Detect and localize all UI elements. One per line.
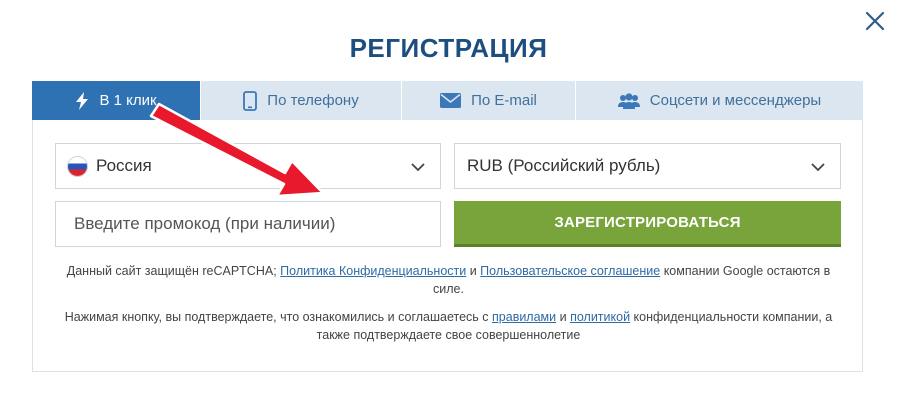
- registration-tabs: В 1 клик По телефону По E-mail Соцсети и…: [32, 81, 863, 120]
- tab-social[interactable]: Соцсети и мессенджеры: [576, 81, 863, 120]
- policy-link[interactable]: политикой: [570, 310, 630, 324]
- lightning-icon: [75, 91, 89, 110]
- close-icon: [865, 11, 885, 31]
- privacy-policy-link[interactable]: Политика Конфиденциальности: [280, 264, 466, 278]
- tab-phone[interactable]: По телефону: [201, 81, 402, 120]
- close-button[interactable]: [862, 8, 888, 34]
- chevron-down-icon: [810, 159, 826, 175]
- tab-email[interactable]: По E-mail: [402, 81, 576, 120]
- consent-notice: Нажимая кнопку, вы подтверждаете, что оз…: [64, 310, 833, 342]
- tab-label: По E-mail: [471, 92, 537, 109]
- rules-link[interactable]: правилами: [492, 310, 556, 324]
- chevron-down-icon: [410, 159, 426, 175]
- country-value: Россия: [96, 156, 152, 175]
- tab-label: Соцсети и мессенджеры: [649, 92, 822, 109]
- tab-label: По телефону: [267, 92, 359, 109]
- register-button[interactable]: ЗАРЕГИСТРИРОВАТЬСЯ: [454, 201, 841, 247]
- recaptcha-notice: Данный сайт защищён reCAPTCHA; Политика …: [66, 264, 831, 296]
- country-select[interactable]: Россия: [55, 143, 441, 189]
- terms-of-service-link[interactable]: Пользовательское соглашение: [480, 264, 660, 278]
- russia-flag-icon: [68, 156, 87, 176]
- phone-icon: [243, 90, 258, 111]
- envelope-icon: [440, 93, 462, 108]
- page-title: РЕГИСТРАЦИЯ: [349, 33, 548, 63]
- promo-code-input[interactable]: [55, 201, 441, 247]
- users-icon: [617, 92, 640, 109]
- currency-select[interactable]: RUB (Российский рубль): [454, 143, 841, 189]
- tab-one-click[interactable]: В 1 клик: [32, 81, 201, 120]
- tab-label: В 1 клик: [99, 92, 157, 109]
- currency-value: RUB (Российский рубль): [467, 156, 661, 175]
